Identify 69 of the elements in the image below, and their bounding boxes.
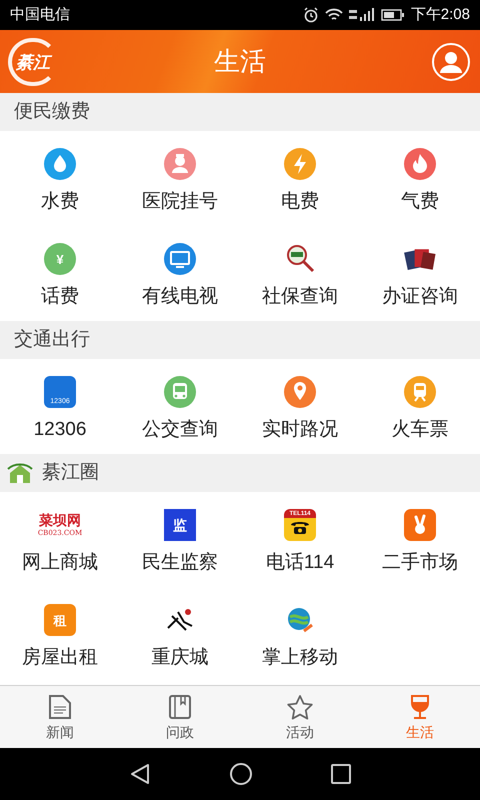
section-title: 便民缴费 — [14, 100, 90, 124]
service-label: 气费 — [401, 190, 439, 214]
nurse-icon — [164, 148, 196, 180]
service-tile[interactable]: 有线电视 — [120, 226, 240, 321]
service-label: 网上商城 — [22, 551, 98, 575]
service-tile[interactable]: 公交查询 — [120, 359, 240, 454]
flame-icon — [404, 148, 436, 180]
service-tile[interactable]: 社保查询 — [240, 226, 360, 321]
lightning-icon — [284, 148, 316, 180]
service-label: 掌上移动 — [262, 646, 338, 670]
service-label: 重庆城 — [152, 646, 208, 670]
battery-icon — [380, 9, 405, 21]
section-title: 交通出行 — [14, 328, 90, 352]
service-label: 火车票 — [392, 418, 448, 442]
train-icon — [404, 376, 436, 408]
rental-logo: 租 — [44, 604, 76, 636]
service-tile[interactable]: 二手市场 — [360, 492, 480, 587]
alarm-icon — [302, 7, 319, 23]
service-label: 医院挂号 — [142, 190, 218, 214]
location-pin-icon — [284, 376, 316, 408]
service-label: 实时路况 — [262, 418, 338, 442]
tab-item[interactable]: 新闻 — [0, 686, 120, 748]
profile-button[interactable] — [432, 43, 470, 81]
document-icon — [48, 694, 72, 720]
service-tile[interactable]: 气费 — [360, 131, 480, 226]
water-drop-icon — [44, 148, 76, 180]
service-label: 电费 — [281, 190, 319, 214]
service-label: 电话114 — [266, 551, 334, 575]
section-title: 綦江圈 — [42, 460, 99, 485]
service-tile[interactable]: 租 房屋出租 — [0, 587, 120, 682]
service-tile[interactable]: 监 民生监察 — [120, 492, 240, 587]
phone-bill-icon: ¥ — [44, 243, 76, 275]
service-tile[interactable]: 火车票 — [360, 359, 480, 454]
service-tile[interactable]: 电费 — [240, 131, 360, 226]
book-icon — [168, 694, 192, 720]
service-tile[interactable]: ¥ 话费 — [0, 226, 120, 321]
service-label: 办证咨询 — [382, 285, 458, 309]
service-label: 有线电视 — [142, 285, 218, 309]
home-icon[interactable] — [229, 762, 253, 786]
service-tile[interactable]: 水费 — [0, 131, 120, 226]
wine-glass-icon — [409, 694, 431, 720]
supervision-logo: 监 — [164, 509, 196, 541]
star-icon — [286, 694, 314, 720]
clock-time: 下午2:08 — [410, 4, 470, 25]
user-icon — [439, 51, 463, 73]
service-label: 话费 — [41, 285, 79, 309]
tab-item[interactable]: 问政 — [120, 686, 240, 748]
service-tile[interactable]: 办证咨询 — [360, 226, 480, 321]
service-tile[interactable]: 实时路况 — [240, 359, 360, 454]
tv-icon — [164, 243, 196, 275]
service-label: 公交查询 — [142, 418, 218, 442]
recent-apps-icon[interactable] — [331, 764, 351, 784]
service-tile[interactable]: 掌上移动 — [240, 587, 360, 682]
service-tile[interactable]: 医院挂号 — [120, 131, 240, 226]
tab-item[interactable]: 活动 — [240, 686, 360, 748]
service-label: 水费 — [41, 190, 79, 214]
service-label: 社保查询 — [262, 285, 338, 309]
wifi-icon — [324, 8, 343, 22]
service-label: 房屋出租 — [22, 646, 98, 670]
carrier-name: 中国电信 — [10, 4, 70, 25]
magnifier-icon — [284, 243, 316, 275]
back-icon[interactable] — [129, 763, 151, 785]
signal-icon — [348, 8, 375, 22]
service-label: 12306 — [34, 418, 86, 442]
service-tile[interactable]: 重庆城 — [120, 587, 240, 682]
bus-icon — [164, 376, 196, 408]
service-label: 民生监察 — [142, 551, 218, 575]
service-label: 二手市场 — [382, 551, 458, 575]
page-title: 生活 — [214, 45, 266, 78]
